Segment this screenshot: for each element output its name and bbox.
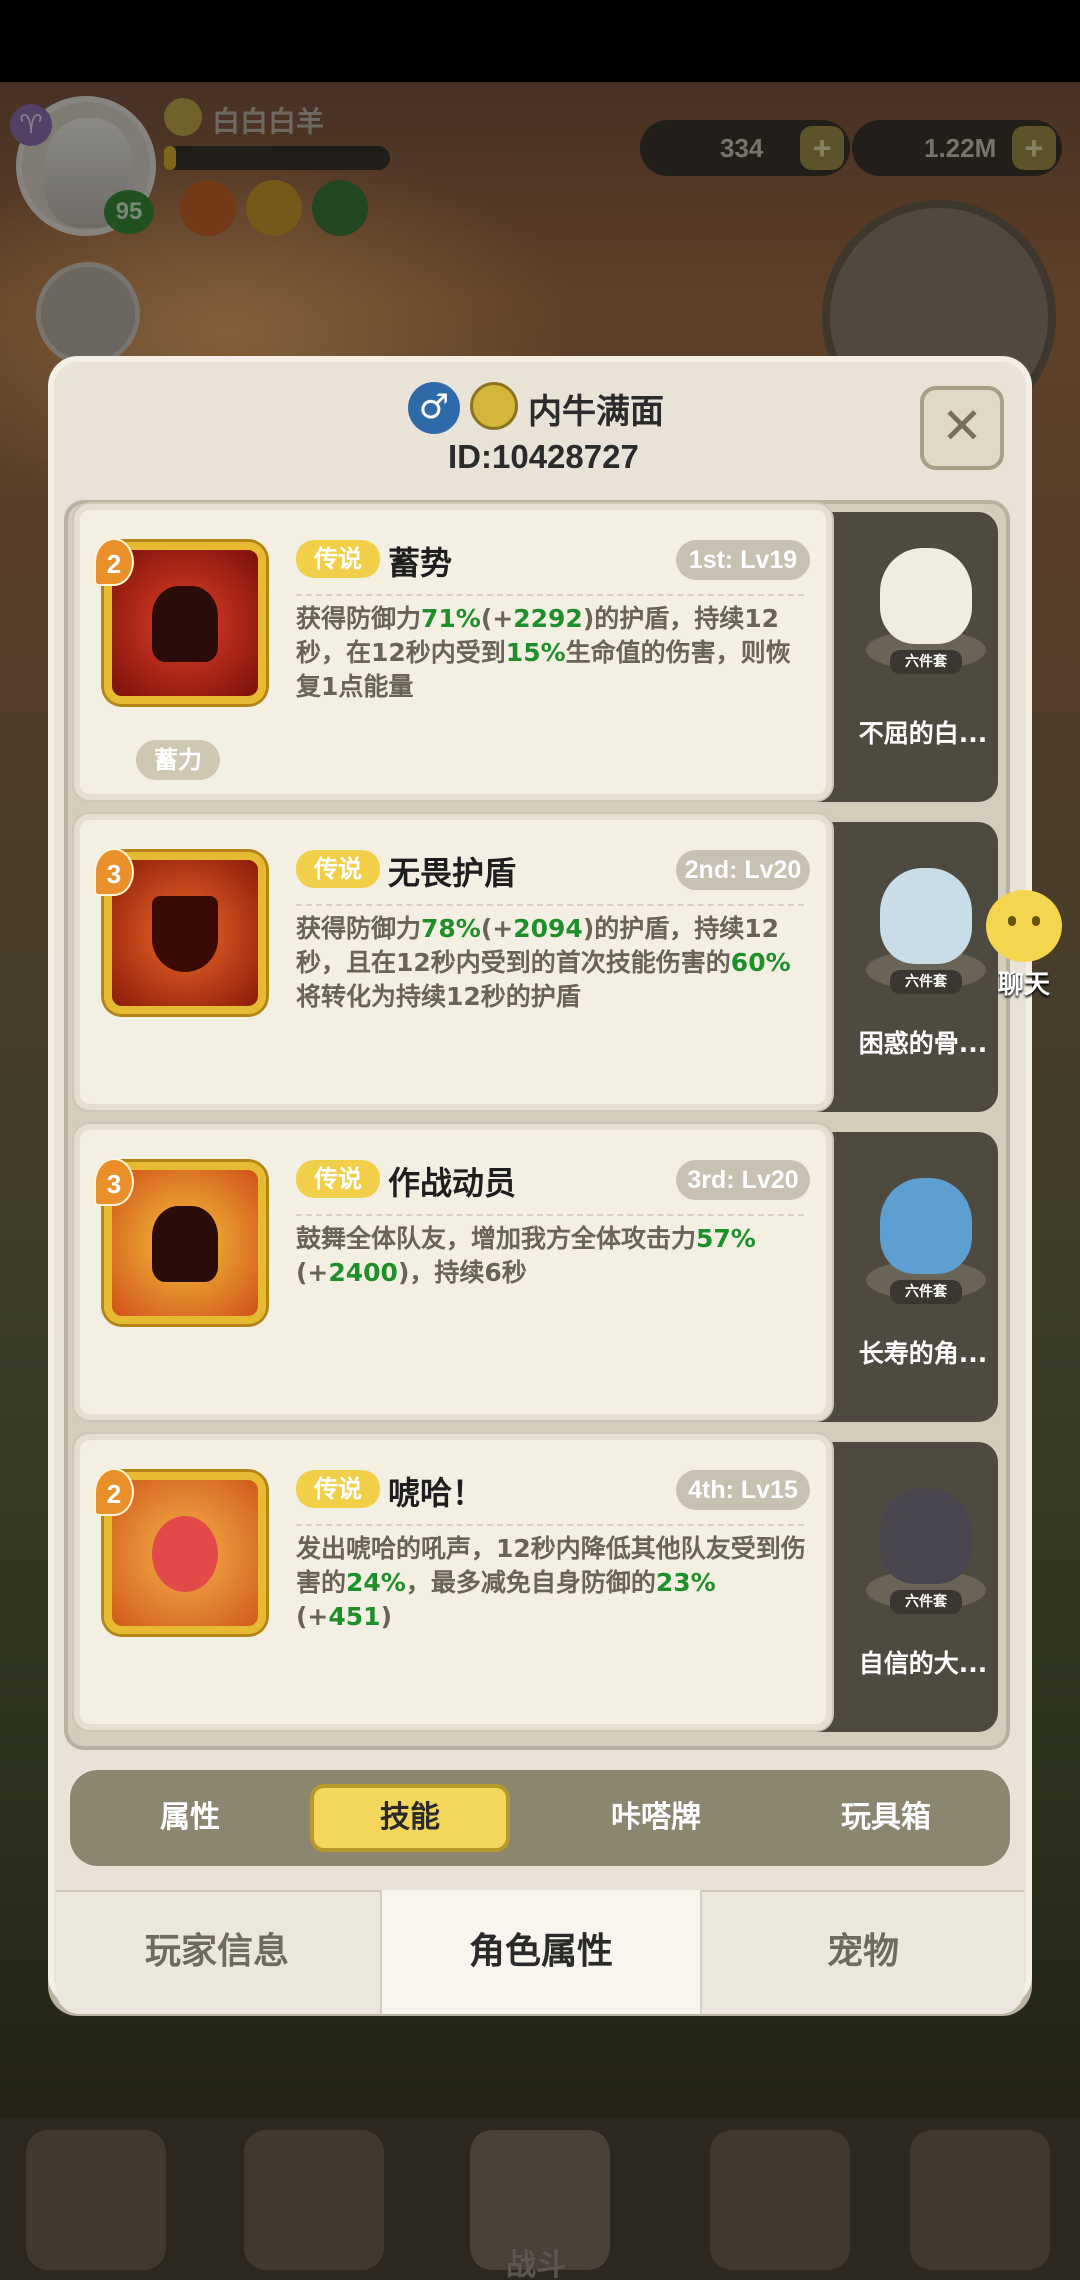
rarity-badge: 传说 — [296, 1470, 380, 1508]
skill-name: 无畏护盾 — [388, 854, 517, 892]
skill-level-badge: 3 — [94, 848, 134, 896]
tab-player-info[interactable]: 玩家信息 — [56, 1890, 378, 2014]
pet-figure[interactable]: 六件套 — [866, 860, 986, 994]
skill-tag: 蓄力 — [136, 740, 220, 780]
skill-slot-level: 3rd: Lv20 — [676, 1160, 810, 1200]
skill-level-badge: 2 — [94, 1468, 134, 1516]
skill-name: 唬哈！ — [388, 1474, 485, 1512]
skill-name: 作战动员 — [388, 1164, 517, 1202]
male-gender-icon: ♂ — [408, 382, 460, 434]
tab-skills[interactable]: 技能 — [310, 1784, 510, 1852]
tab-cards[interactable]: 咔嗒牌 — [556, 1784, 756, 1852]
dialog-title: 内牛满面 — [528, 392, 664, 432]
skill-description: 发出唬哈的吼声，12秒内降低其他队友受到伤害的24%，最多减免自身防御的23%(… — [296, 1534, 806, 1631]
player-id: ID:10428727 — [448, 438, 639, 475]
skill-description: 获得防御力78%(+2094)的护盾，持续12秒，且在12秒内受到的首次技能伤害… — [296, 914, 791, 1011]
skill-description: 获得防御力71%(+2292)的护盾，持续12秒，在12秒内受到15%生命值的伤… — [296, 604, 791, 701]
tab-pets[interactable]: 宠物 — [702, 1890, 1024, 2014]
rarity-badge: 传说 — [296, 1160, 380, 1198]
tab-toybox[interactable]: 玩具箱 — [786, 1784, 986, 1852]
skill-level-badge: 2 — [94, 538, 134, 586]
skill-name: 蓄势 — [388, 544, 453, 582]
tab-attributes[interactable]: 属性 — [90, 1784, 290, 1852]
skill-description: 鼓舞全体队友，增加我方全体攻击力57%(+2400)，持续6秒 — [296, 1224, 756, 1287]
chat-icon — [986, 890, 1062, 962]
skill-level-badge: 3 — [94, 1158, 134, 1206]
close-button[interactable]: ✕ — [920, 386, 1004, 470]
skill-slot-level: 1st: Lv19 — [676, 540, 810, 580]
skill-slot-level: 2nd: Lv20 — [676, 850, 810, 890]
rarity-badge: 传说 — [296, 540, 380, 578]
chat-button[interactable]: 聊天 — [986, 890, 1062, 1001]
divider — [296, 1524, 804, 1526]
pet-name: 困惑的骨... — [858, 1029, 988, 1058]
divider — [296, 594, 804, 596]
tab-character-attributes[interactable]: 角色属性 — [380, 1890, 702, 2014]
pet-name: 自信的大... — [858, 1649, 988, 1678]
chat-label: 聊天 — [997, 970, 1050, 1000]
pet-figure[interactable]: 六件套 — [866, 1480, 986, 1614]
pet-figure[interactable]: 六件套 — [866, 1170, 986, 1304]
rarity-badge: 传说 — [296, 850, 380, 888]
divider — [296, 904, 804, 906]
pet-name: 长寿的角... — [858, 1339, 988, 1368]
status-bar — [0, 0, 1080, 82]
title-emblem-icon — [470, 382, 518, 430]
skill-slot-level: 4th: Lv15 — [676, 1470, 810, 1510]
pet-name: 不屈的白... — [858, 719, 988, 748]
divider — [296, 1214, 804, 1216]
pet-figure[interactable]: 六件套 — [866, 540, 986, 674]
